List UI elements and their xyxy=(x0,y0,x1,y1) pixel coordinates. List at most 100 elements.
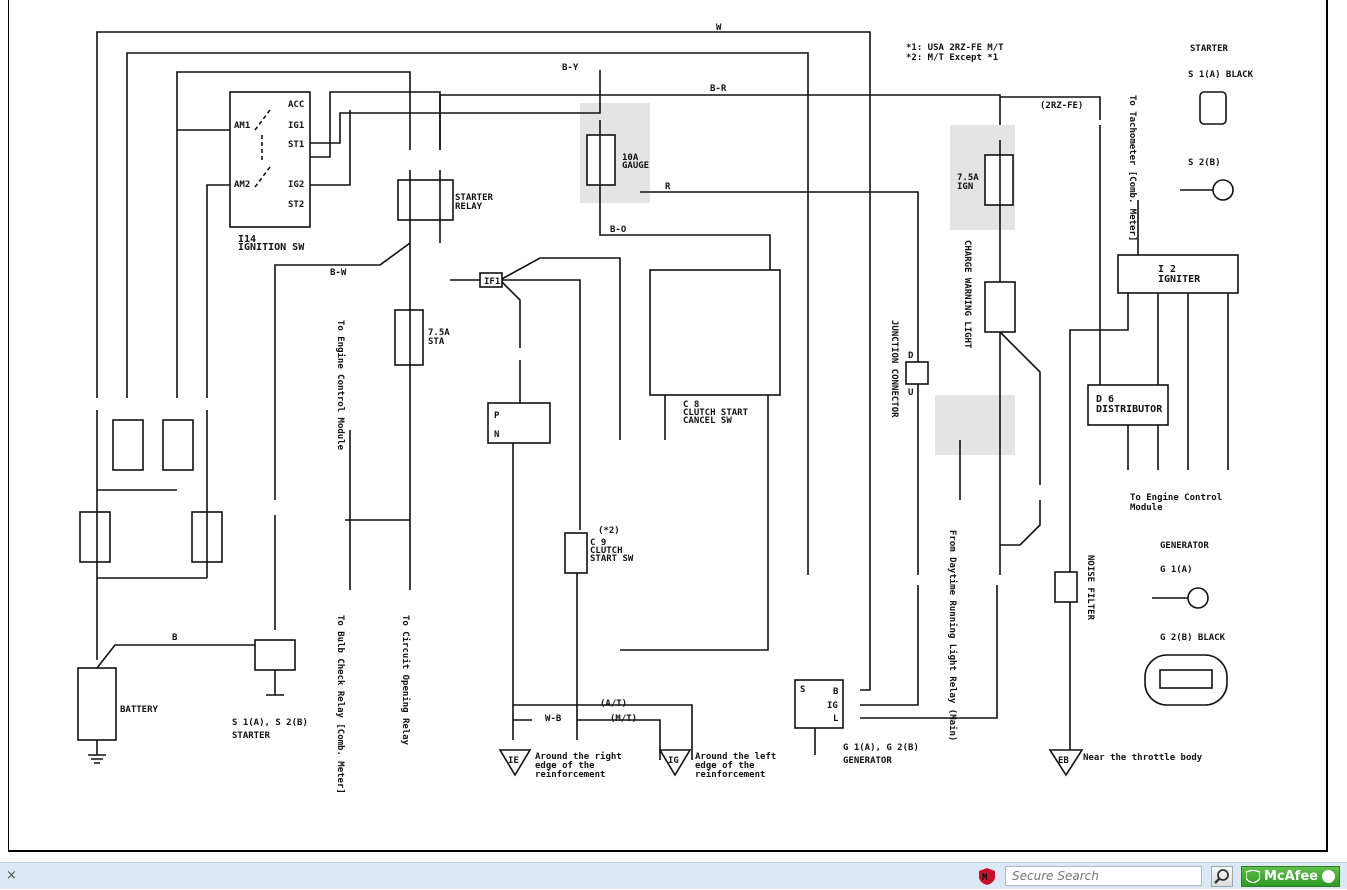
fuse-sta xyxy=(394,309,424,366)
fuse-am1 xyxy=(162,419,194,471)
wire-label-2rz: (2RZ-FE) xyxy=(1040,101,1083,111)
svg-text:M: M xyxy=(982,873,988,883)
legend-s2-terminal xyxy=(1212,179,1234,201)
wire-label-w: W xyxy=(716,23,722,33)
conn-if1-21-label: IF1 xyxy=(484,277,500,287)
gen-term-l: L xyxy=(833,714,839,724)
clutch-cancel-box xyxy=(649,269,781,396)
wire-label-b: B xyxy=(172,633,178,643)
starter-relay-name2: RELAY xyxy=(455,202,483,212)
ground-ig-l3: reinforcement xyxy=(695,769,765,780)
dest-drl: From Daytime Running Light Relay (Main) xyxy=(947,530,958,741)
fuse-sta-name: STA xyxy=(428,337,445,347)
gen-term-s: S xyxy=(800,685,805,695)
distributor-name: DISTRIBUTOR xyxy=(1096,404,1163,415)
wire-br-top xyxy=(439,94,1001,150)
fuse-ign-name: IGN xyxy=(957,182,973,192)
fuse-gauge-name: GAUGE xyxy=(622,161,649,171)
legend-g1-terminal xyxy=(1187,587,1209,609)
jc-d: D xyxy=(908,351,914,361)
term-am2: AM2 xyxy=(234,180,250,190)
legend-gen-title: GENERATOR xyxy=(1160,541,1209,551)
wiring-diagram: I14 IGNITION SW ACC IG1 ST1 IG2 ST2 AM1 … xyxy=(77,23,1254,794)
wire-batt-starter xyxy=(96,644,255,669)
ground-eb-code: EB xyxy=(1058,756,1069,766)
secure-search-input[interactable] xyxy=(1005,866,1202,886)
noise-filter-name: NOISE FILTER xyxy=(1085,555,1095,621)
qual-star2: (*2) xyxy=(598,526,620,536)
gen-term-ig: IG xyxy=(827,701,838,711)
starter-body xyxy=(254,639,296,671)
close-icon[interactable]: × xyxy=(6,868,20,883)
junction-connector xyxy=(905,361,929,385)
gen-term-b: B xyxy=(833,687,839,697)
gen-wires xyxy=(814,585,998,755)
check-icon xyxy=(1322,870,1335,883)
dest-circuit-opening: To Circuit Opening Relay xyxy=(400,615,411,746)
term-ig2: IG2 xyxy=(288,180,304,190)
wire-label-by: B-Y xyxy=(562,63,579,73)
legend-s1: S 1(A) BLACK xyxy=(1188,70,1254,80)
ground-ie-l3: reinforcement xyxy=(535,769,605,780)
legend-s1-connector xyxy=(1199,91,1227,125)
generator-name: GENERATOR xyxy=(843,756,892,766)
clutch-start-name2: START SW xyxy=(590,554,634,564)
shade-1a xyxy=(935,395,1015,455)
term-st2: ST2 xyxy=(288,200,304,210)
wire-label-bo: B-O xyxy=(610,225,627,235)
battery-ground xyxy=(88,740,106,764)
term-am1: AM1 xyxy=(234,121,250,131)
fuse-ign xyxy=(984,154,1014,206)
charge-light-name: CHARGE WARNING LIGHT xyxy=(962,240,972,349)
starter-name: STARTER xyxy=(232,731,271,741)
note-2: *2: M/T Except *1 xyxy=(906,53,998,63)
pn-p: P xyxy=(494,411,500,421)
dest-tachometer: To Tachometer [Comb. Meter] xyxy=(1127,95,1137,241)
junction-name: JUNCTION CONNECTOR xyxy=(889,320,899,418)
legend-g2: G 2(B) BLACK xyxy=(1160,633,1226,643)
jc-u: U xyxy=(908,388,913,398)
dest-ecm-top: To Engine Control Module xyxy=(335,320,346,451)
pn-n: N xyxy=(494,430,499,440)
note-1: *1: USA 2RZ-FE M/T xyxy=(906,43,1004,53)
term-st1: ST1 xyxy=(288,140,304,150)
clutch-cancel-name2: CANCEL SW xyxy=(683,416,732,426)
wire-by2 xyxy=(268,103,601,144)
mcafee-shield-icon[interactable]: M xyxy=(978,867,996,886)
legend-s2: S 2(B) xyxy=(1188,158,1221,168)
battery-box xyxy=(77,667,117,741)
clutch-start-wires xyxy=(513,573,693,760)
wire-label-bw: B-W xyxy=(330,268,347,278)
ignition-sw-name: IGNITION SW xyxy=(238,242,305,253)
legend-starter-title: STARTER xyxy=(1190,44,1229,54)
term-ig1: IG1 xyxy=(288,121,304,131)
window-right-edge xyxy=(1328,0,1347,862)
wire-label-wb: W-B xyxy=(545,714,562,724)
clutch-cancel-out xyxy=(620,395,769,651)
legend-g1: G 1(A) xyxy=(1160,565,1193,575)
mcafee-button[interactable]: McAfee xyxy=(1241,866,1340,887)
qual-mt: (M/T) xyxy=(610,714,637,724)
fuse-gauge xyxy=(586,134,616,186)
ground-ie-code: IE xyxy=(508,756,519,766)
dest-bulb-check: To Bulb Check Relay [Comb. Meter] xyxy=(335,615,345,794)
qual-at: (A/T) xyxy=(600,699,627,709)
starter-ref: S 1(A), S 2(B) xyxy=(232,718,308,728)
wire-label-r: R xyxy=(665,182,671,192)
charge-light-box xyxy=(984,281,1016,333)
dest-ecm-bottom1: To Engine Control xyxy=(1130,492,1222,503)
mcafee-logo-icon xyxy=(1246,870,1260,883)
fuse-alt-s xyxy=(112,419,144,471)
dest-ecm-bottom2: Module xyxy=(1130,503,1163,513)
starter-relay-box xyxy=(397,179,454,221)
ground-ig-code: IG xyxy=(668,756,679,766)
wiring-diagram-canvas: I14 IGNITION SW ACC IG1 ST1 IG2 ST2 AM1 … xyxy=(0,0,1347,862)
search-icon xyxy=(1214,869,1229,884)
search-button[interactable] xyxy=(1211,866,1233,887)
igniter-name: IGNITER xyxy=(1158,274,1201,285)
generator-ref: G 1(A), G 2(B) xyxy=(843,743,919,753)
term-acc: ACC xyxy=(288,100,304,110)
if1-branches xyxy=(450,257,621,530)
noise-filter-box xyxy=(1054,571,1078,603)
battery-label: BATTERY xyxy=(120,705,159,715)
